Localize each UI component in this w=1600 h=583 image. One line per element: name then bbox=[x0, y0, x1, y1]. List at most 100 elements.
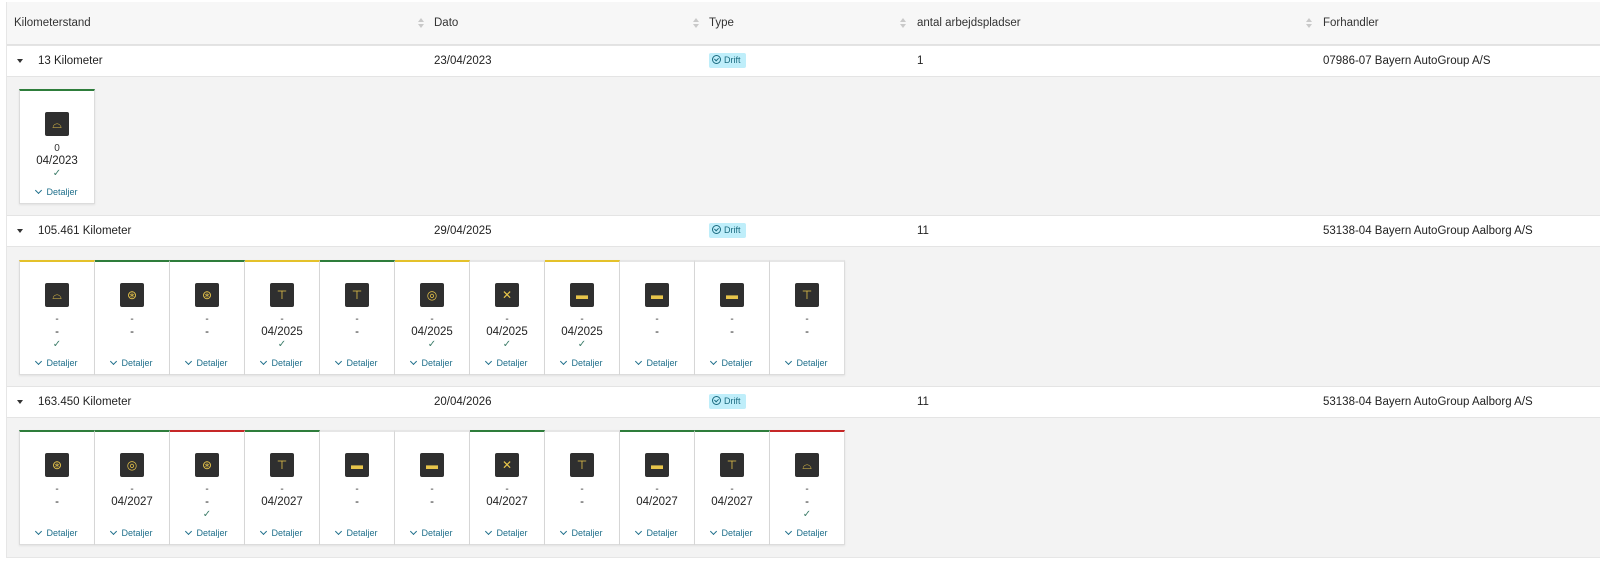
engine-icon: ▬ bbox=[345, 453, 369, 477]
check-icon: ✓ bbox=[802, 509, 812, 520]
expand-caret-icon[interactable] bbox=[17, 229, 23, 233]
service-card-strip: ⌓ - - ✓ Detaljer ⊛ - - Detaljer ⊛ - - Detaljer ⊤ -04/2… bbox=[19, 260, 845, 375]
details-link[interactable]: Detaljer bbox=[320, 527, 394, 539]
service-card[interactable]: ⊤ - - Detaljer bbox=[545, 430, 620, 545]
service-card[interactable]: ⊤ -04/2025 ✓ Detaljer bbox=[245, 260, 320, 375]
details-link[interactable]: Detaljer bbox=[95, 527, 169, 539]
card-date: - bbox=[205, 496, 209, 508]
details-link[interactable]: Detaljer bbox=[20, 186, 94, 198]
service-card[interactable]: ⊤ - - Detaljer bbox=[320, 260, 395, 375]
expand-caret-icon[interactable] bbox=[17, 400, 23, 404]
details-link[interactable]: Detaljer bbox=[95, 357, 169, 369]
card-date: 04/2027 bbox=[261, 496, 303, 508]
header-type[interactable]: Type bbox=[709, 2, 734, 44]
brake-pedal-icon: ⊛ bbox=[195, 283, 219, 307]
details-link[interactable]: Detaljer bbox=[245, 527, 319, 539]
service-card[interactable]: ⊛ - - Detaljer bbox=[170, 260, 245, 375]
header-dato[interactable]: Dato bbox=[434, 2, 458, 44]
service-card[interactable]: ⊤ - - Detaljer bbox=[770, 260, 845, 375]
sort-icon[interactable] bbox=[418, 18, 424, 28]
table-row[interactable]: 163.450 Kilometer 20/04/2026 Drift 11 53138-… bbox=[7, 386, 1600, 418]
service-card[interactable]: ▬ - - Detaljer bbox=[695, 260, 770, 375]
details-label: Detaljer bbox=[796, 528, 828, 538]
service-card[interactable]: ✕ -04/2025 ✓ Detaljer bbox=[470, 260, 545, 375]
chevron-down-icon bbox=[185, 527, 193, 536]
check-icon: ✓ bbox=[277, 339, 287, 350]
details-link[interactable]: Detaljer bbox=[470, 357, 544, 369]
details-link[interactable]: Detaljer bbox=[695, 527, 769, 539]
service-card[interactable]: ⌓ 0 04/2023 ✓ Detaljer bbox=[19, 89, 95, 204]
details-label: Detaljer bbox=[571, 358, 603, 368]
service-card[interactable]: ▬ - - Detaljer bbox=[620, 260, 695, 375]
details-link[interactable]: Detaljer bbox=[770, 357, 844, 369]
details-link[interactable]: Detaljer bbox=[170, 357, 244, 369]
card-date: - bbox=[730, 326, 734, 338]
service-card[interactable]: ▬ -04/2025 ✓ Detaljer bbox=[545, 260, 620, 375]
details-link[interactable]: Detaljer bbox=[620, 527, 694, 539]
engine-icon: ▬ bbox=[420, 453, 444, 477]
details-link[interactable]: Detaljer bbox=[545, 527, 619, 539]
header-kilometerstand[interactable]: Kilometerstand bbox=[14, 2, 91, 44]
chevron-down-icon bbox=[410, 527, 418, 536]
details-link[interactable]: Detaljer bbox=[770, 527, 844, 539]
service-card[interactable]: ⊤ -04/2027 Detaljer bbox=[695, 430, 770, 545]
service-card[interactable]: ⊤ -04/2027 Detaljer bbox=[245, 430, 320, 545]
cell-kilometerstand: 105.461 Kilometer bbox=[38, 225, 132, 237]
service-card[interactable]: ⌓ - - ✓ Detaljer bbox=[19, 260, 95, 375]
cell-dato: 23/04/2023 bbox=[434, 55, 492, 67]
details-link[interactable]: Detaljer bbox=[320, 357, 394, 369]
card-date: - bbox=[805, 496, 809, 508]
details-link[interactable]: Detaljer bbox=[470, 527, 544, 539]
service-card[interactable]: ▬ - - Detaljer bbox=[395, 430, 470, 545]
details-link[interactable]: Detaljer bbox=[20, 357, 94, 369]
chevron-down-icon bbox=[485, 527, 493, 536]
details-link[interactable]: Detaljer bbox=[20, 527, 94, 539]
card-date: - bbox=[355, 496, 359, 508]
service-card[interactable]: ⌓ - - ✓ Detaljer bbox=[770, 430, 845, 545]
details-link[interactable]: Detaljer bbox=[545, 357, 619, 369]
expand-caret-icon[interactable] bbox=[17, 59, 23, 63]
table-row[interactable]: 13 Kilometer 23/04/2023 Drift 1 07986-07 Bay… bbox=[7, 45, 1600, 77]
service-card[interactable]: ⊛ - - Detaljer bbox=[95, 260, 170, 375]
details-label: Detaljer bbox=[571, 528, 603, 538]
details-link[interactable]: Detaljer bbox=[170, 527, 244, 539]
card-date: - bbox=[355, 326, 359, 338]
details-link[interactable]: Detaljer bbox=[695, 357, 769, 369]
service-card[interactable]: ▬ -04/2027 Detaljer bbox=[620, 430, 695, 545]
details-label: Detaljer bbox=[421, 528, 453, 538]
details-link[interactable]: Detaljer bbox=[620, 357, 694, 369]
chevron-down-icon bbox=[35, 527, 43, 536]
cell-arbejdspladser: 1 bbox=[917, 55, 924, 67]
chevron-down-icon bbox=[35, 186, 43, 195]
service-card[interactable]: ⊛ - - ✓ Detaljer bbox=[170, 430, 245, 545]
service-card[interactable]: ▬ - - Detaljer bbox=[320, 430, 395, 545]
details-label: Detaljer bbox=[346, 358, 378, 368]
header-forhandler[interactable]: Forhandler bbox=[1323, 2, 1379, 44]
service-card[interactable]: ⊛ - - Detaljer bbox=[19, 430, 95, 545]
check-icon: ✓ bbox=[577, 339, 587, 350]
chevron-down-icon bbox=[185, 357, 193, 366]
sort-icon[interactable] bbox=[693, 18, 699, 28]
type-badge-label: Drift bbox=[724, 396, 741, 406]
header-arbejdspladser[interactable]: antal arbejdspladser bbox=[917, 2, 1021, 44]
details-link[interactable]: Detaljer bbox=[395, 527, 469, 539]
sort-icon[interactable] bbox=[1306, 18, 1312, 28]
card-date: - bbox=[430, 496, 434, 508]
table-row[interactable]: 105.461 Kilometer 29/04/2025 Drift 11 53138-… bbox=[7, 215, 1600, 247]
details-link[interactable]: Detaljer bbox=[245, 357, 319, 369]
card-date: 04/2025 bbox=[486, 326, 528, 338]
engine-icon: ▬ bbox=[645, 283, 669, 307]
sort-icon[interactable] bbox=[900, 18, 906, 28]
tools-icon: ✕ bbox=[495, 283, 519, 307]
chevron-down-icon bbox=[35, 357, 43, 366]
details-label: Detaljer bbox=[196, 528, 228, 538]
engine-icon: ▬ bbox=[720, 283, 744, 307]
service-card[interactable]: ◎ -04/2027 Detaljer bbox=[95, 430, 170, 545]
service-card[interactable]: ✕ -04/2027 Detaljer bbox=[470, 430, 545, 545]
chevron-down-icon bbox=[485, 357, 493, 366]
service-card[interactable]: ◎ -04/2025 ✓ Detaljer bbox=[395, 260, 470, 375]
check-icon: ✓ bbox=[427, 339, 437, 350]
chevron-down-icon bbox=[635, 357, 643, 366]
service-history-table: Kilometerstand Dato Type antal arbejdspl… bbox=[6, 2, 1600, 558]
details-link[interactable]: Detaljer bbox=[395, 357, 469, 369]
